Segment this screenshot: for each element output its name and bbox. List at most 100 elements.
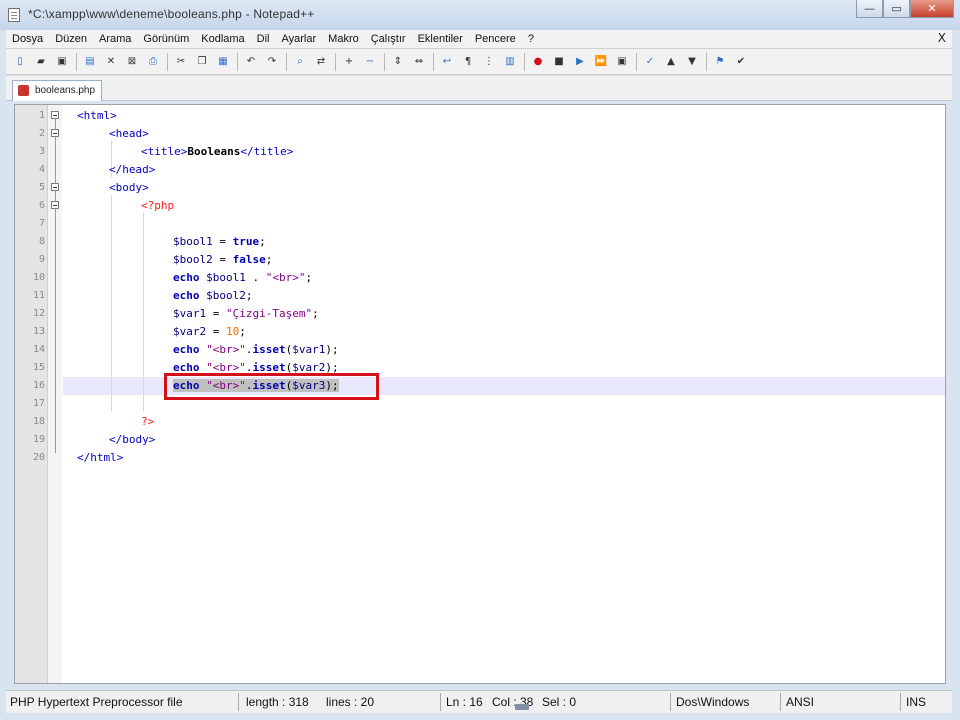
sync-h-icon[interactable]: ⇔ bbox=[411, 54, 427, 70]
tab-booleans-php[interactable]: booleans.php bbox=[12, 80, 103, 101]
code-line: <head> bbox=[109, 127, 149, 140]
toolbar-separator bbox=[237, 52, 238, 71]
line-number: 16 bbox=[32, 380, 45, 391]
toolbar-separator bbox=[335, 52, 336, 71]
save-icon[interactable]: ▣ bbox=[54, 54, 70, 70]
code-line: $bool1 = true; bbox=[173, 235, 266, 248]
new-file-icon[interactable]: ▯ bbox=[12, 54, 28, 70]
line-number: 12 bbox=[32, 308, 45, 319]
code-line: </head> bbox=[109, 163, 156, 176]
doc-map-icon[interactable]: ▥ bbox=[502, 54, 518, 70]
close-window-button[interactable]: ✕ bbox=[910, 0, 954, 18]
line-number: 4 bbox=[38, 164, 45, 175]
toolbar-separator bbox=[76, 52, 77, 71]
close-icon[interactable]: ✕ bbox=[103, 54, 119, 70]
bookmark-up-icon[interactable]: ▲ bbox=[663, 54, 679, 70]
redo-icon[interactable]: ↷ bbox=[264, 54, 280, 70]
stop-macro-icon[interactable]: ■ bbox=[551, 54, 567, 70]
code-line: <html> bbox=[77, 109, 117, 122]
menu-gorunum[interactable]: Görünüm bbox=[137, 33, 195, 45]
all-chars-icon[interactable]: ¶ bbox=[460, 54, 476, 70]
record-macro-icon[interactable]: ● bbox=[530, 54, 546, 70]
open-file-icon[interactable]: ▰ bbox=[33, 54, 49, 70]
code-line: <?php bbox=[141, 199, 175, 212]
code-line: </html> bbox=[77, 451, 124, 464]
launch-icon[interactable]: ⚑ bbox=[712, 54, 728, 70]
window-title: *C:\xampp\www\deneme\booleans.php - Note… bbox=[28, 7, 315, 21]
line-number: 3 bbox=[38, 146, 45, 157]
code-line: $bool2 = false; bbox=[173, 253, 273, 266]
menu-arama[interactable]: Arama bbox=[93, 33, 137, 45]
close-document-button[interactable]: X bbox=[938, 31, 946, 45]
status-lines: lines : 20 bbox=[326, 695, 375, 709]
notepad-app-icon bbox=[8, 8, 20, 22]
menu-eklentiler[interactable]: Eklentiler bbox=[412, 33, 469, 45]
line-number: 10 bbox=[32, 272, 45, 283]
minimize-button[interactable]: — bbox=[856, 0, 883, 18]
code-line: <title>Booleans</title> bbox=[141, 145, 294, 158]
tab-bar: booleans.php bbox=[6, 76, 952, 101]
play-macro-icon[interactable]: ▶ bbox=[572, 54, 588, 70]
code-line: echo $bool1 . "<br>"; bbox=[173, 271, 313, 284]
find-icon[interactable]: ⌕ bbox=[292, 54, 308, 70]
menu-makro[interactable]: Makro bbox=[322, 33, 365, 45]
indent-guide-icon[interactable]: ⋮ bbox=[481, 54, 497, 70]
code-line: <body> bbox=[109, 181, 149, 194]
menu-dosya[interactable]: Dosya bbox=[6, 33, 49, 45]
menu-kodlama[interactable]: Kodlama bbox=[195, 33, 250, 45]
save-all-icon[interactable]: ▤ bbox=[82, 54, 98, 70]
undo-icon[interactable]: ↶ bbox=[243, 54, 259, 70]
replace-icon[interactable]: ⇄ bbox=[313, 54, 329, 70]
print-icon[interactable]: ⎙ bbox=[145, 54, 161, 70]
menu-pencere[interactable]: Pencere bbox=[469, 33, 522, 45]
copy-icon[interactable]: ❐ bbox=[194, 54, 210, 70]
toolbar-separator bbox=[524, 52, 525, 71]
run-macro-icon[interactable]: ⏩ bbox=[593, 54, 609, 70]
fold-toggle-icon[interactable] bbox=[51, 201, 59, 209]
line-number: 15 bbox=[32, 362, 45, 373]
code-line: echo "<br>".isset($var1); bbox=[173, 343, 339, 356]
check-icon[interactable]: ✔ bbox=[733, 54, 749, 70]
status-line-number: Ln : 16 bbox=[446, 695, 483, 709]
fold-toggle-icon[interactable] bbox=[51, 183, 59, 191]
line-number: 11 bbox=[32, 290, 45, 301]
fold-margin bbox=[48, 105, 62, 683]
indent-guide bbox=[143, 213, 144, 411]
save-macro-icon[interactable]: ▣ bbox=[614, 54, 630, 70]
resize-grip[interactable] bbox=[515, 704, 529, 710]
status-divider bbox=[238, 693, 239, 711]
paste-icon[interactable]: ▦ bbox=[215, 54, 231, 70]
zoom-in-icon[interactable]: + bbox=[341, 54, 357, 70]
status-eol-format[interactable]: Dos\Windows bbox=[676, 695, 749, 709]
fold-toggle-icon[interactable] bbox=[51, 111, 59, 119]
menu-ayarlar[interactable]: Ayarlar bbox=[276, 33, 323, 45]
status-insert-mode[interactable]: INS bbox=[906, 695, 926, 709]
maximize-button[interactable]: ▭ bbox=[883, 0, 910, 18]
menu-bar: Dosya Düzen Arama Görünüm Kodlama Dil Ay… bbox=[6, 30, 952, 49]
menu-dil[interactable]: Dil bbox=[251, 33, 276, 45]
annotation-highlight-box bbox=[164, 373, 379, 400]
menu-duzen[interactable]: Düzen bbox=[49, 33, 93, 45]
sync-v-icon[interactable]: ⇕ bbox=[390, 54, 406, 70]
line-number: 20 bbox=[32, 452, 45, 463]
status-encoding[interactable]: ANSI bbox=[786, 695, 814, 709]
zoom-out-icon[interactable]: − bbox=[362, 54, 378, 70]
fold-toggle-icon[interactable] bbox=[51, 129, 59, 137]
menu-help[interactable]: ? bbox=[522, 33, 540, 45]
cut-icon[interactable]: ✂ bbox=[173, 54, 189, 70]
line-number: 6 bbox=[38, 200, 45, 211]
code-line: echo $bool2; bbox=[173, 289, 253, 302]
wrap-icon[interactable]: ↩ bbox=[439, 54, 455, 70]
bookmark-down-icon[interactable]: ▼ bbox=[684, 54, 700, 70]
menu-calistir[interactable]: Çalıştır bbox=[365, 33, 412, 45]
line-number-gutter: 1 2 3 4 5 6 7 8 9 10 11 12 13 14 15 16 17 18 19 20 bbox=[15, 105, 48, 683]
window-controls: — ▭ ✕ bbox=[856, 0, 954, 20]
code-editor[interactable]: 1 2 3 4 5 6 7 8 9 10 11 12 13 14 15 16 17 18 19 20 <html> <… bbox=[14, 104, 946, 684]
line-number: 7 bbox=[38, 218, 45, 229]
toolbar: ▯ ▰ ▣ ▤ ✕ ⊠ ⎙ ✂ ❐ ▦ ↶ ↷ ⌕ ⇄ + − ⇕ ⇔ ↩ ¶ ⋮ ▥ ● ■ ▶ ⏩ ▣ ✓ ▲ ▼ ⚑ ✔ bbox=[6, 49, 952, 75]
toolbar-separator bbox=[706, 52, 707, 71]
toolbar-separator bbox=[433, 52, 434, 71]
close-all-icon[interactable]: ⊠ bbox=[124, 54, 140, 70]
spellcheck-icon[interactable]: ✓ bbox=[642, 54, 658, 70]
php-file-icon bbox=[18, 85, 29, 96]
